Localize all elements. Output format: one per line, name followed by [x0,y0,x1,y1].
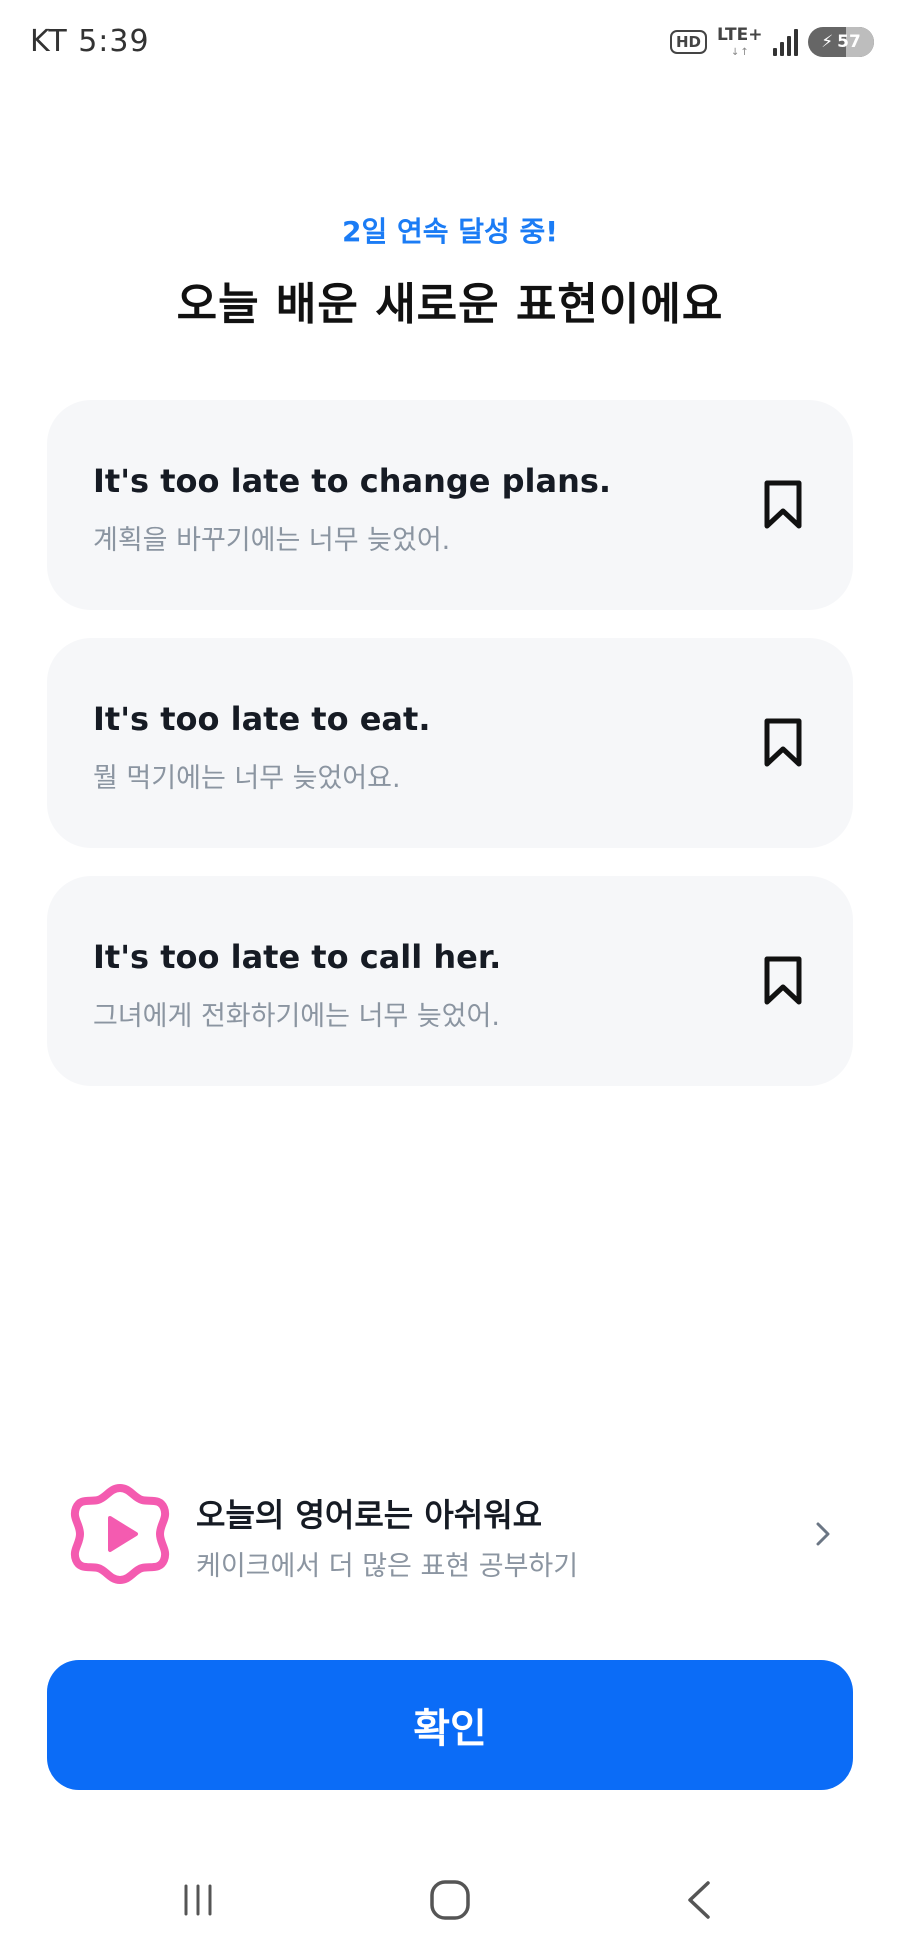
navigation-bar [0,1850,900,1950]
home-button[interactable] [410,1870,490,1930]
bookmark-icon [764,718,802,767]
expression-english: It's too late to change plans. [93,462,612,500]
bookmark-button[interactable] [753,474,813,536]
expression-korean: 그녀에게 전화하기에는 너무 늦었어. [93,1001,500,1032]
recent-apps-button[interactable] [158,1870,238,1930]
charging-bolt-icon: ⚡ [821,32,834,52]
promo-subtitle: 케이크에서 더 많은 표현 공부하기 [196,1551,579,1582]
status-icons: HD LTE+ ↓↑ ⚡ 57 [669,22,874,62]
cake-promo-link[interactable]: 오늘의 영어로는 아쉬워요 케이크에서 더 많은 표현 공부하기 [68,1470,838,1600]
status-bar: KT 5:39 HD LTE+ ↓↑ ⚡ 57 [0,0,900,84]
signal-icon [773,28,798,56]
promo-title: 오늘의 영어로는 아쉬워요 [196,1496,543,1534]
screen: KT 5:39 HD LTE+ ↓↑ ⚡ 57 2일 연속 달성 중! 오늘 배… [0,0,900,1950]
chevron-right-icon [816,1522,830,1546]
bookmark-button[interactable] [753,950,813,1012]
carrier-time: KT 5:39 [30,24,150,59]
expression-korean: 계획을 바꾸기에는 너무 늦었어. [93,525,451,556]
bookmark-icon [764,480,802,529]
data-arrows-icon: ↓↑ [731,47,750,58]
expression-korean: 뭘 먹기에는 너무 늦었어요. [93,763,401,794]
expression-card: It's too late to change plans. 계획을 바꾸기에는… [47,400,853,610]
lte-icon: LTE+ ↓↑ [717,23,763,61]
hd-voice-icon: HD [669,30,707,54]
confirm-button[interactable]: 확인 [47,1660,853,1790]
back-icon [688,1881,710,1919]
bookmark-button[interactable] [753,712,813,774]
recent-apps-icon [184,1884,212,1916]
battery-level: 57 [837,32,861,52]
streak-label: 2일 연속 달성 중! [341,215,559,248]
cake-play-icon [70,1484,170,1584]
battery-icon: ⚡ 57 [808,27,874,57]
page-title: 오늘 배운 새로운 표현이에요 [176,279,724,330]
expression-list: It's too late to change plans. 계획을 바꾸기에는… [47,400,853,1114]
expression-card: It's too late to call her. 그녀에게 전화하기에는 너… [47,876,853,1086]
home-icon [430,1880,470,1920]
expression-card: It's too late to eat. 뭘 먹기에는 너무 늦었어요. [47,638,853,848]
bookmark-icon [764,956,802,1005]
back-button[interactable] [660,1870,740,1930]
expression-english: It's too late to eat. [93,700,431,738]
expression-english: It's too late to call her. [93,938,502,976]
lte-label: LTE+ [717,25,763,45]
